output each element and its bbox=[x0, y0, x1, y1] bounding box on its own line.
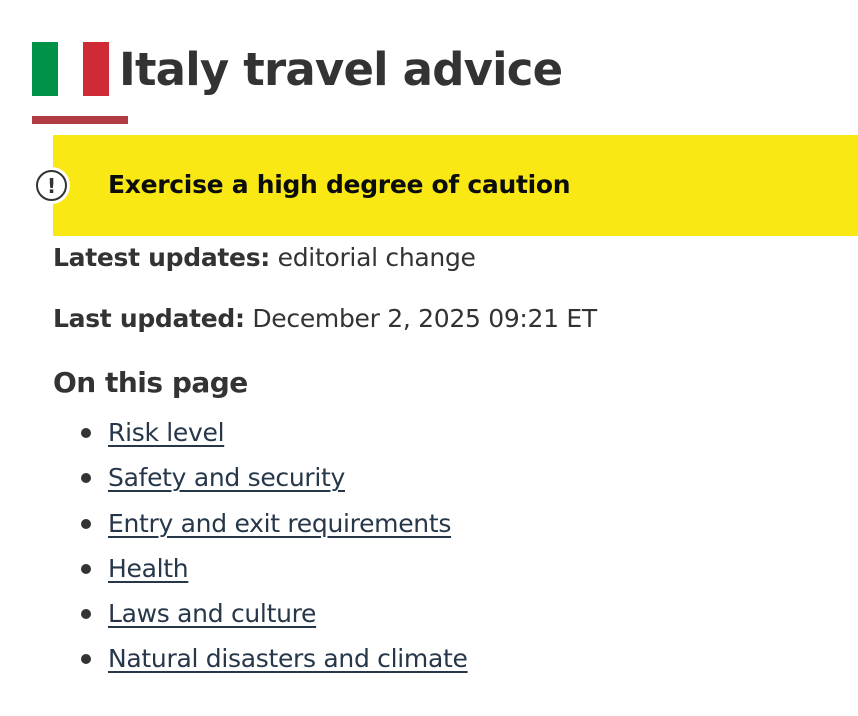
last-updated-label: Last updated: bbox=[53, 304, 245, 333]
toc-link-safety-and-security[interactable]: Safety and security bbox=[108, 463, 345, 492]
latest-updates: Latest updates: editorial change bbox=[53, 243, 476, 272]
last-updated-value: December 2, 2025 09:21 ET bbox=[252, 304, 597, 333]
flag-stripe-green bbox=[32, 42, 58, 96]
exclamation-icon-glyph: ! bbox=[36, 170, 67, 201]
flag-stripe-red bbox=[83, 42, 110, 96]
list-item: Laws and culture bbox=[53, 591, 468, 636]
list-item: Natural disasters and climate bbox=[53, 636, 468, 681]
page-title: Italy travel advice bbox=[119, 42, 563, 96]
toc-link-entry-and-exit[interactable]: Entry and exit requirements bbox=[108, 509, 451, 538]
bullet-icon bbox=[81, 473, 91, 484]
on-this-page-heading: On this page bbox=[53, 366, 248, 399]
latest-updates-label: Latest updates: bbox=[53, 243, 270, 272]
bullet-icon bbox=[81, 428, 91, 438]
advisory-level-text: Exercise a high degree of caution bbox=[108, 170, 571, 199]
toc-link-health[interactable]: Health bbox=[108, 554, 189, 583]
toc-link-laws-and-culture[interactable]: Laws and culture bbox=[108, 599, 316, 628]
flag-stripe-white bbox=[57, 42, 84, 96]
title-underline bbox=[32, 116, 128, 124]
bullet-icon bbox=[81, 563, 91, 574]
bullet-icon bbox=[81, 609, 91, 620]
list-item: Risk level bbox=[53, 410, 468, 455]
title-row: Italy travel advice bbox=[32, 40, 563, 98]
toc-link-risk-level[interactable]: Risk level bbox=[108, 418, 225, 447]
bullet-icon bbox=[81, 654, 91, 665]
toc-link-natural-disasters[interactable]: Natural disasters and climate bbox=[108, 644, 468, 673]
exclamation-icon: ! bbox=[33, 167, 70, 204]
italy-flag-icon bbox=[32, 42, 110, 96]
last-updated: Last updated: December 2, 2025 09:21 ET bbox=[53, 304, 597, 333]
travel-advice-page: Italy travel advice ! Exercise a high de… bbox=[0, 0, 858, 716]
list-item: Safety and security bbox=[53, 455, 468, 500]
bullet-icon bbox=[81, 518, 91, 529]
on-this-page-list: Risk level Safety and security Entry and… bbox=[53, 410, 468, 682]
latest-updates-value: editorial change bbox=[277, 243, 476, 272]
list-item: Entry and exit requirements bbox=[53, 501, 468, 546]
list-item: Health bbox=[53, 546, 468, 591]
